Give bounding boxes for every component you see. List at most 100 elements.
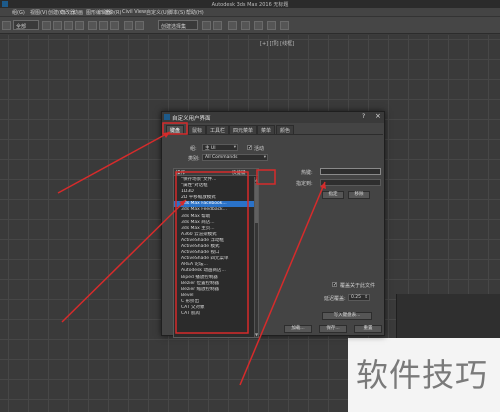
category-value: All Commands <box>205 155 238 160</box>
render-frame-icon[interactable] <box>267 21 276 30</box>
list-item-label: "属性"对话框 <box>181 183 208 189</box>
align-icon[interactable] <box>213 21 222 30</box>
render-setup-icon[interactable] <box>254 21 263 30</box>
undo-icon[interactable] <box>2 21 11 30</box>
list-item-label: 3ds Max 主页... <box>181 225 215 231</box>
menu-group[interactable]: 组(G) <box>12 9 25 16</box>
action-icon <box>175 288 179 292</box>
chevron-down-icon: ▾ <box>233 145 236 150</box>
named-selection-set-dropdown[interactable]: 创建选择集 <box>158 20 198 30</box>
menu-animation[interactable]: 动画 <box>73 9 83 16</box>
close-button[interactable]: × <box>375 112 381 120</box>
action-icon <box>175 196 179 200</box>
action-icon <box>175 202 179 206</box>
tab-colors[interactable]: 颜色 <box>276 125 295 134</box>
select-object-icon[interactable] <box>42 21 51 30</box>
group-dropdown[interactable]: 主 UI ▾ <box>202 144 238 151</box>
main-toolbar: 全部 创建选择集 <box>0 17 500 34</box>
dialog-title-bar[interactable]: 自定义用户界面 <box>162 112 384 123</box>
list-item-label: 3ds Max 帮助 <box>181 213 211 219</box>
scroll-down-icon[interactable]: ▼ <box>255 332 258 337</box>
category-dropdown[interactable]: All Commands ▾ <box>202 154 268 161</box>
menu-civil-view[interactable]: Civil View <box>122 9 146 15</box>
list-item-label: Bezier 缩放控制器 <box>181 286 220 292</box>
snap-toggle-icon[interactable] <box>124 21 133 30</box>
list-scrollbar[interactable]: ▲ ▼ <box>254 177 258 337</box>
column-action[interactable]: 操作 <box>176 170 185 176</box>
tab-mouse[interactable]: 鼠标 <box>188 125 207 134</box>
action-icon <box>175 251 179 255</box>
list-item-label: CAT 父对象 <box>181 304 205 310</box>
list-item-label: Autodesk 动画商店... <box>181 268 226 274</box>
window-crossing-icon[interactable] <box>75 21 84 30</box>
tab-menus[interactable]: 菜单 <box>257 125 276 134</box>
angle-snap-icon[interactable] <box>135 21 144 30</box>
menu-scripting[interactable]: 脚本(S) <box>168 9 185 16</box>
action-icon <box>175 257 179 261</box>
group-value: 主 UI <box>205 146 216 151</box>
menu-customize[interactable]: 自定义(U) <box>146 9 169 16</box>
list-item-label: Biped 播放控制器 <box>181 274 218 280</box>
list-item-label: 3ds Max Facebook... <box>181 201 227 207</box>
scale-icon[interactable] <box>110 21 119 30</box>
list-item-label: CAT 肌肉 <box>181 311 201 317</box>
list-item-label: 3ds Max Feedback... <box>181 207 227 213</box>
customize-ui-dialog: 自定义用户界面 ? × 键盘 鼠标 工具栏 四元菜单 菜单 颜色 组: 主 UI… <box>161 111 385 338</box>
tab-keyboard[interactable]: 键盘 <box>166 125 185 134</box>
action-icon <box>175 306 179 310</box>
scroll-thumb[interactable] <box>255 183 258 223</box>
tab-divider <box>163 134 383 135</box>
action-icon <box>175 312 179 316</box>
mirror-icon[interactable] <box>202 21 211 30</box>
load-button[interactable]: 加载... <box>284 325 312 333</box>
list-item-label: 2D 平移缩放模式 <box>181 195 216 201</box>
assign-button[interactable]: 指定 <box>322 191 344 199</box>
active-checkbox[interactable]: ✓ <box>247 145 252 151</box>
material-editor-icon[interactable] <box>241 21 250 30</box>
rotate-icon[interactable] <box>99 21 108 30</box>
save-button[interactable]: 保存... <box>319 325 347 333</box>
list-item[interactable]: CAT 肌肉 <box>174 311 254 317</box>
action-icon <box>175 263 179 267</box>
action-icon <box>175 190 179 194</box>
rectangle-selection-icon[interactable] <box>64 21 73 30</box>
action-icon <box>175 294 179 298</box>
column-shortcut[interactable]: 快捷键 <box>232 170 246 176</box>
tab-quads[interactable]: 四元菜单 <box>229 125 258 134</box>
list-item-label: ActiveShade 浮动框 <box>181 237 224 243</box>
list-item-label: ActiveShade 四元菜单 <box>181 256 229 262</box>
move-icon[interactable] <box>88 21 97 30</box>
remove-button[interactable]: 移除 <box>348 191 370 199</box>
reset-button[interactable]: 重置 <box>354 325 382 333</box>
dialog-app-icon <box>164 114 170 120</box>
action-icon <box>175 282 179 286</box>
help-button[interactable]: ? <box>362 113 365 120</box>
select-by-name-icon[interactable] <box>53 21 62 30</box>
list-item-label: A360 云渲染模式 <box>181 231 217 237</box>
list-item-label: Bevel <box>181 292 194 298</box>
action-icon <box>175 215 179 219</box>
viewport-label[interactable]: [+] [顶] [线框] <box>260 40 294 47</box>
hotkey-input[interactable] <box>320 168 381 175</box>
scroll-up-icon[interactable]: ▲ <box>255 177 258 182</box>
action-list[interactable]: 操作 快捷键 "保存场景"文件... "属性"对话框 1D3D 2D 平移缩放模式 3d… <box>173 168 259 338</box>
curve-editor-icon[interactable] <box>228 21 237 30</box>
delay-label: 延迟覆盖: <box>324 296 346 302</box>
overwrite-checkbox[interactable]: ✓ <box>332 282 337 288</box>
menu-rendering[interactable]: 渲染(R) <box>104 9 121 16</box>
spinner-arrows-icon[interactable]: ⇕ <box>364 295 368 300</box>
render-icon[interactable] <box>280 21 289 30</box>
action-icon <box>175 269 179 273</box>
list-item-label: 3ds Max 商店... <box>181 219 215 225</box>
menu-help[interactable]: 帮助(H) <box>186 9 204 16</box>
write-keyboard-chart-button[interactable]: 写入键盘表... <box>322 312 372 320</box>
list-item-label: "保存场景"文件... <box>181 177 217 182</box>
selection-filter-dropdown[interactable]: 全部 <box>13 20 39 30</box>
action-icon <box>175 233 179 237</box>
delay-spinner[interactable]: 0.25 ⇕ <box>348 294 370 301</box>
assigned-to-label: 指定到: <box>296 181 313 187</box>
tab-toolbars[interactable]: 工具栏 <box>206 125 230 134</box>
action-icon <box>175 276 179 280</box>
title-bar: Autodesk 3ds Max 2016 无标题 <box>0 0 500 8</box>
menu-views[interactable]: 视图(V) <box>30 9 47 16</box>
